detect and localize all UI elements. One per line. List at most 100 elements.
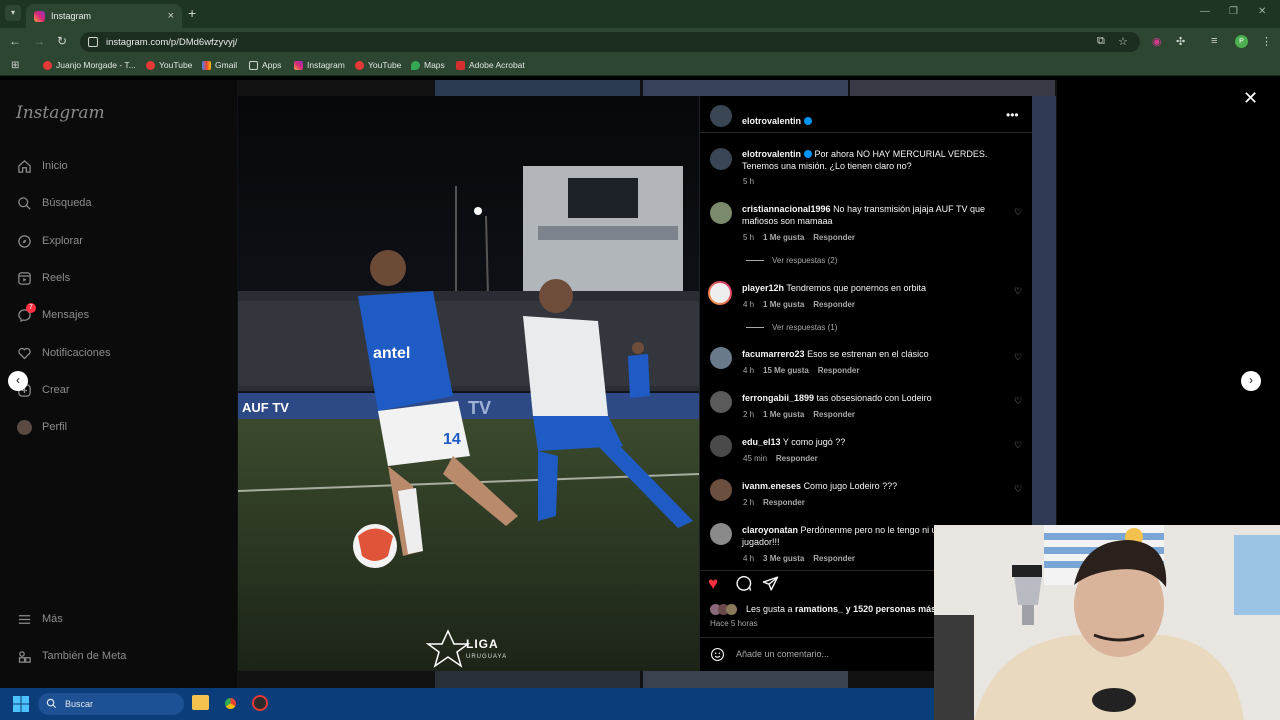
author-avatar[interactable] [710,105,732,127]
tab-close-icon[interactable]: × [168,10,174,22]
board-text: TV [468,398,491,418]
bookmark-item[interactable]: Juanjo Morgade - T... [43,60,136,70]
heart-icon [16,345,32,361]
app-icon[interactable] [252,695,268,711]
instagram-logo[interactable]: Instagram [16,103,105,123]
media-controls-icon[interactable]: ≡ [1211,35,1217,47]
jersey-number: 14 [443,431,461,448]
site-info-icon[interactable] [88,37,98,47]
more-options-icon[interactable]: ••• [1006,108,1019,122]
emoji-icon[interactable] [710,647,725,667]
comment-like-icon[interactable]: ♡ [1014,207,1022,218]
comment-meta: 5 h 1 Me gusta Responder [743,233,856,242]
tab-title: Instagram [51,11,92,21]
background-thumbnail [643,671,848,688]
apps-grid-icon[interactable]: ⊞ [11,60,19,71]
background-thumbnail [643,80,848,96]
like-icon[interactable]: ♥ [708,574,718,594]
bookmark-item[interactable]: Gmail [202,60,237,70]
bookmark-item[interactable]: Adobe Acrobat [456,60,525,70]
post-photo[interactable]: AUF TV TV antel 14 LIGA URUGUAYA [238,96,699,671]
previous-post-button[interactable]: ‹ [8,371,28,391]
bookmark-item[interactable]: YouTube [146,60,192,70]
sidebar-item-busqueda[interactable]: Búsqueda [16,195,92,211]
chrome-icon[interactable] [222,695,239,712]
menu-icon [16,611,32,627]
share-icon[interactable] [762,575,779,597]
tab-search-icon[interactable]: ▾ [5,5,21,21]
view-replies[interactable]: Ver respuestas (2) [746,256,837,265]
comment-like-icon[interactable]: ♡ [1014,286,1022,297]
sidebar-item-reels[interactable]: Reels [16,270,70,286]
comment-like-icon[interactable]: ♡ [1014,440,1022,451]
comment-meta: 4 h 1 Me gusta Responder [743,300,856,309]
commenter-avatar[interactable] [710,435,732,457]
folder-icon [249,60,258,70]
sidebar-item-perfil[interactable]: Perfil [16,419,67,435]
sidebar-item-notificaciones[interactable]: Notificaciones [16,345,110,361]
bookmark-item[interactable]: Instagram [294,60,345,70]
sidebar-item-meta[interactable]: También de Meta [16,648,126,664]
bookmark-item[interactable]: Maps [411,60,445,70]
story-ring-avatar[interactable] [708,281,732,305]
post-date: Hace 5 horas [710,619,758,628]
next-post-button[interactable]: › [1241,371,1261,391]
comment-text: player12h Tendremos que ponernos en orbi… [742,283,926,293]
commenter-avatar[interactable] [710,202,732,224]
browser-tab-instagram[interactable]: Instagram × [26,4,182,28]
minimize-icon[interactable]: — [1200,6,1210,17]
comment-like-icon[interactable]: ♡ [1014,396,1022,407]
extension-icon[interactable]: ◉ [1152,35,1162,48]
profile-avatar[interactable]: P [1235,35,1248,48]
acrobat-icon [456,60,465,70]
unread-badge: 7 [26,303,36,313]
address-bar[interactable]: instagram.com/p/DMd6wfzyvyj/ [80,32,1140,52]
board-text: AUF TV [242,400,289,415]
commenter-avatar[interactable] [710,479,732,501]
commenter-avatar[interactable] [710,523,732,545]
taskbar-search[interactable]: Buscar [38,693,184,715]
comment-like-icon[interactable]: ♡ [1014,484,1022,495]
window-close-icon[interactable]: ✕ [1258,6,1266,17]
divider [699,132,1032,133]
view-replies[interactable]: Ver respuestas (1) [746,323,837,332]
comment-text: edu_el13 Y como jugó ?? [742,437,846,447]
instagram-icon [294,60,303,70]
back-icon[interactable]: ← [9,34,21,48]
likes-summary[interactable]: Les gusta a ramations_ y 1520 personas m… [746,604,936,614]
youtube-icon [355,60,364,70]
sidebar-item-mensajes[interactable]: 7 Mensajes [16,303,89,323]
bookmark-item[interactable]: YouTube [355,60,401,70]
add-comment-input[interactable]: Añade un comentario... [736,649,829,659]
bookmark-item[interactable]: Apps [249,60,281,70]
comment-icon[interactable] [735,575,752,597]
close-icon[interactable]: ✕ [1243,88,1258,109]
chrome-menu-icon[interactable]: ⋮ [1261,35,1272,48]
league-logo-subtext: URUGUAYA [466,654,507,660]
author-avatar[interactable] [710,148,732,170]
sidebar-item-inicio[interactable]: Inicio [16,158,68,174]
bookmark-star-icon[interactable]: ☆ [1118,35,1128,48]
file-explorer-icon[interactable] [192,695,209,710]
install-app-icon[interactable]: ⧉ [1097,35,1105,48]
commenter-avatar[interactable] [710,391,732,413]
sponsor-text: antel [373,345,410,362]
url-text: instagram.com/p/DMd6wfzyvyj/ [106,36,238,48]
reload-icon[interactable]: ↻ [57,34,67,48]
comment-text: ivanm.eneses Como jugo Lodeiro ??? [742,481,898,491]
maximize-icon[interactable]: ❐ [1229,6,1238,17]
sidebar-item-explorar[interactable]: Explorar [16,233,83,249]
forward-icon[interactable]: → [33,34,45,48]
author-username[interactable]: elotrovalentin [742,116,801,126]
comment-like-icon[interactable]: ♡ [1014,352,1022,363]
search-icon [46,698,57,711]
search-icon [16,195,32,211]
sidebar-item-mas[interactable]: Más [16,611,63,627]
background-thumbnail [435,80,640,96]
caption: elotrovalentin Por ahora NO HAY MERCURIA… [742,149,988,171]
extensions-puzzle-icon[interactable]: ✣ [1176,35,1185,48]
instagram-favicon-icon [34,10,45,22]
new-tab-button[interactable]: + [188,5,196,21]
commenter-avatar[interactable] [710,347,732,369]
windows-start-icon[interactable] [13,696,29,717]
